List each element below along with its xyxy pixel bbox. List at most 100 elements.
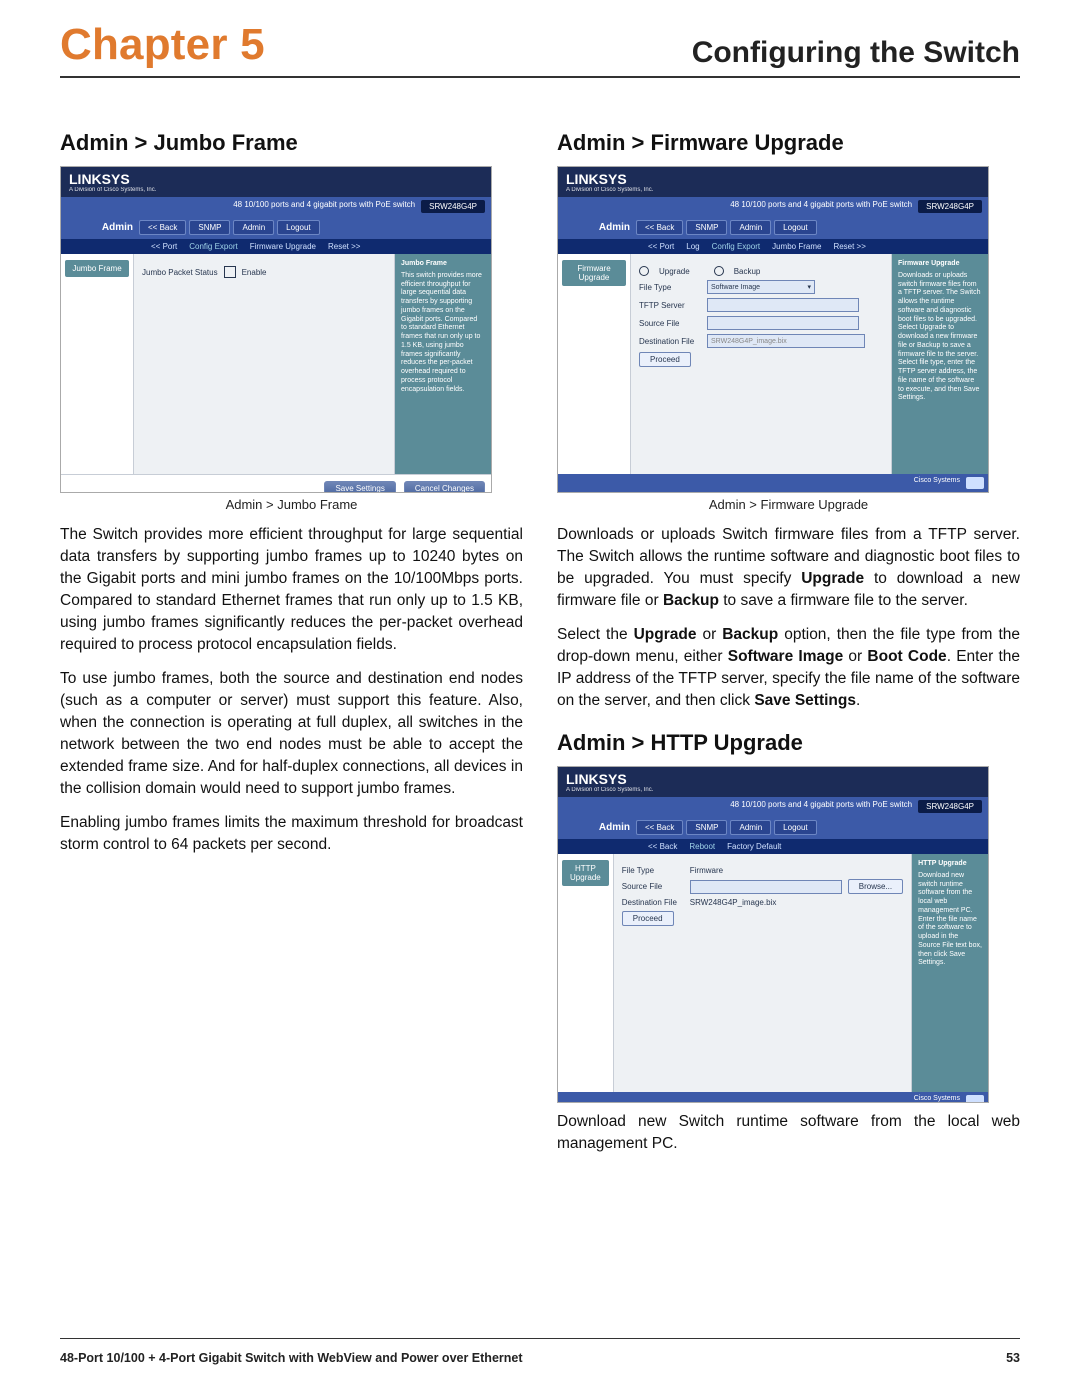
- label-destination-file: Destination File: [622, 898, 684, 907]
- subtab[interactable]: Log: [686, 242, 699, 251]
- right-column: Admin > Firmware Upgrade LINKSYS A Divis…: [557, 130, 1020, 1167]
- screenshot-body: HTTP Upgrade File TypeFirmware Source Fi…: [558, 854, 988, 1092]
- subtabs: << Port Log Config Export Jumbo Frame Re…: [558, 239, 988, 254]
- tab-admin[interactable]: Admin: [730, 820, 771, 835]
- subtab[interactable]: Reboot: [689, 842, 715, 851]
- cisco-icon: [966, 477, 984, 489]
- para-http-1: Download new Switch runtime software fro…: [557, 1111, 1020, 1155]
- tab-snmp[interactable]: SNMP: [686, 820, 727, 835]
- screenshot-brandbar: LINKSYS A Division of Cisco Systems, Inc…: [558, 167, 988, 197]
- input-tftp-server[interactable]: [707, 298, 859, 312]
- checkbox-icon[interactable]: [224, 266, 236, 278]
- tab-snmp[interactable]: SNMP: [686, 220, 727, 235]
- input-destination-file[interactable]: SRW248G4P_image.bix: [707, 334, 865, 348]
- subtab[interactable]: Factory Default: [727, 842, 781, 851]
- checkbox-label: Enable: [242, 268, 267, 277]
- screenshot-modelrow: 48 10/100 ports and 4 gigabit ports with…: [558, 797, 988, 816]
- tab-back[interactable]: << Back: [139, 220, 186, 235]
- label-file-type: File Type: [639, 283, 701, 292]
- brand-subtext: A Division of Cisco Systems, Inc.: [566, 787, 980, 793]
- label-file-type: File Type: [622, 866, 684, 875]
- model-line: 48 10/100 ports and 4 gigabit ports with…: [730, 800, 912, 813]
- help-heading: Jumbo Frame: [401, 260, 485, 269]
- para-fw-2: Select the Upgrade or Backup option, the…: [557, 624, 1020, 712]
- screenshot-caption-firmware: Admin > Firmware Upgrade: [557, 497, 1020, 512]
- screenshot-admin-row: Admin << Back SNMP Admin Logout: [558, 216, 988, 239]
- tab-logout[interactable]: Logout: [774, 820, 816, 835]
- screenshot-sidebar: Firmware Upgrade: [558, 254, 630, 474]
- subtab[interactable]: Firmware Upgrade: [250, 242, 316, 251]
- page: Chapter 5 Configuring the Switch Admin >…: [0, 0, 1080, 1397]
- screenshot-body: Firmware Upgrade Upgrade Backup File Typ…: [558, 254, 988, 474]
- sidebar-chip: Jumbo Frame: [65, 260, 129, 277]
- tab-back[interactable]: << Back: [636, 820, 683, 835]
- brand-subtext: A Division of Cisco Systems, Inc.: [566, 187, 980, 193]
- proceed-button[interactable]: Proceed: [622, 911, 674, 926]
- tab-admin[interactable]: Admin: [730, 220, 771, 235]
- browse-button[interactable]: Browse...: [848, 879, 903, 894]
- input-source-file[interactable]: [690, 880, 842, 894]
- radio-row: Upgrade Backup: [639, 266, 883, 276]
- screenshot-brandbar: LINKSYS A Division of Cisco Systems, Inc…: [61, 167, 491, 197]
- subtab[interactable]: << Port: [648, 242, 674, 251]
- model-badge: SRW248G4P: [421, 200, 485, 213]
- tab-logout[interactable]: Logout: [774, 220, 816, 235]
- cancel-changes-button[interactable]: Cancel Changes: [404, 481, 485, 493]
- section-heading-http: Admin > HTTP Upgrade: [557, 730, 1020, 756]
- brand-logo-text: LINKSYS: [566, 171, 980, 187]
- destination-file-value: SRW248G4P_image.bix: [690, 898, 777, 907]
- save-settings-button[interactable]: Save Settings: [324, 481, 395, 493]
- tab-logout[interactable]: Logout: [277, 220, 319, 235]
- para-fw-1: Downloads or uploads Switch firmware fil…: [557, 524, 1020, 612]
- subtabs: << Port Config Export Firmware Upgrade R…: [61, 239, 491, 254]
- help-heading: HTTP Upgrade: [918, 860, 982, 869]
- para-jumbo-1: The Switch provides more efficient throu…: [60, 524, 523, 656]
- corner-logos: Cisco Systems: [558, 474, 988, 492]
- cisco-icon: [966, 1095, 984, 1103]
- help-panel: Jumbo Frame This switch provides more ef…: [395, 254, 491, 474]
- brand-logo-text: LINKSYS: [69, 171, 483, 187]
- content-columns: Admin > Jumbo Frame LINKSYS A Division o…: [60, 130, 1020, 1167]
- screenshot-center: Jumbo Packet Status Enable: [133, 254, 395, 474]
- admin-label: Admin: [558, 816, 636, 839]
- model-badge: SRW248G4P: [918, 800, 982, 813]
- screenshot-sidebar: HTTP Upgrade: [558, 854, 613, 1092]
- help-heading: Firmware Upgrade: [898, 260, 982, 269]
- tab-back[interactable]: << Back: [636, 220, 683, 235]
- chapter-header: Chapter 5 Configuring the Switch: [60, 20, 1020, 70]
- subtab[interactable]: Config Export: [189, 242, 237, 251]
- label-destination-file: Destination File: [639, 337, 701, 346]
- help-text: Download new switch runtime software fro…: [918, 872, 982, 968]
- subtab[interactable]: Reset >>: [328, 242, 360, 251]
- brand-subtext: A Division of Cisco Systems, Inc.: [69, 187, 483, 193]
- screenshot-modelrow: 48 10/100 ports and 4 gigabit ports with…: [558, 197, 988, 216]
- screenshot-caption-jumbo: Admin > Jumbo Frame: [60, 497, 523, 512]
- subtab[interactable]: Config Export: [712, 242, 760, 251]
- subtab[interactable]: << Port: [151, 242, 177, 251]
- section-heading-jumbo: Admin > Jumbo Frame: [60, 130, 523, 156]
- proceed-button[interactable]: Proceed: [639, 352, 691, 367]
- help-panel: Firmware Upgrade Downloads or uploads sw…: [892, 254, 988, 474]
- subtab[interactable]: Reset >>: [833, 242, 865, 251]
- select-file-type[interactable]: Software Image▾: [707, 280, 815, 294]
- radio-backup[interactable]: [714, 266, 724, 276]
- help-text: This switch provides more efficient thro…: [401, 272, 485, 395]
- header-rule: [60, 76, 1020, 78]
- label-source-file: Source File: [639, 319, 701, 328]
- radio-upgrade[interactable]: [639, 266, 649, 276]
- screenshot-http-upgrade: LINKSYS A Division of Cisco Systems, Inc…: [557, 766, 989, 1103]
- subtab[interactable]: Jumbo Frame: [772, 242, 821, 251]
- subtab[interactable]: << Back: [648, 842, 677, 851]
- sidebar-chip: Firmware Upgrade: [562, 260, 626, 286]
- section-heading-firmware: Admin > Firmware Upgrade: [557, 130, 1020, 156]
- tab-snmp[interactable]: SNMP: [189, 220, 230, 235]
- chapter-title: Configuring the Switch: [692, 36, 1020, 70]
- help-text: Downloads or uploads switch firmware fil…: [898, 272, 982, 403]
- footer-rule: [60, 1338, 1020, 1340]
- tab-admin[interactable]: Admin: [233, 220, 274, 235]
- page-footer: 48-Port 10/100 + 4-Port Gigabit Switch w…: [60, 1351, 1020, 1365]
- field-label: Jumbo Packet Status: [142, 268, 218, 277]
- input-source-file[interactable]: [707, 316, 859, 330]
- screenshot-body: Jumbo Frame Jumbo Packet Status Enable J…: [61, 254, 491, 474]
- para-jumbo-3: Enabling jumbo frames limits the maximum…: [60, 812, 523, 856]
